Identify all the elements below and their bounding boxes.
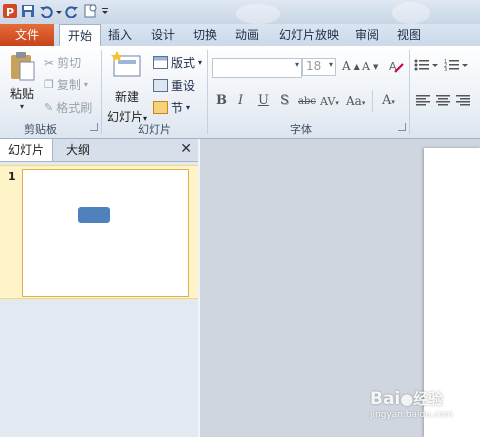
format-painter-label: 格式刷: [56, 101, 93, 115]
shadow-button[interactable]: S: [280, 93, 289, 108]
font-color-button[interactable]: A▾: [382, 93, 395, 108]
tab-transitions[interactable]: 切换: [188, 24, 222, 46]
align-left-icon[interactable]: [416, 94, 430, 109]
new-slide-label-1: 新建: [114, 90, 139, 104]
new-slide-button[interactable]: 新建 幻灯片▾: [106, 50, 148, 124]
clipboard-group-label: 剪贴板: [24, 123, 57, 136]
slide-thumbnail-row[interactable]: 1: [0, 165, 198, 299]
font-name-dropdown-icon: ▾: [294, 60, 299, 69]
tab-view[interactable]: 视图: [392, 24, 426, 46]
save-icon[interactable]: [20, 3, 36, 19]
format-painter-button[interactable]: ✎ 格式刷: [44, 99, 92, 116]
italic-button[interactable]: I: [238, 93, 243, 108]
tab-file[interactable]: 文件: [0, 24, 54, 46]
ribbon-tabs: 文件 开始 插入 设计 切换 动画 幻灯片放映 审阅 视图: [0, 24, 480, 48]
slide-number: 1: [8, 170, 16, 183]
close-icon[interactable]: ✕: [180, 141, 192, 157]
layout-label: 版式: [171, 56, 196, 70]
grow-font-button[interactable]: A ▲: [342, 59, 360, 73]
scissors-icon: ✂: [44, 55, 55, 70]
reset-button[interactable]: 重设: [153, 77, 195, 94]
ribbon: 粘贴 ▾ ✂ 剪切 ❐ 复制 ▾ ✎ 格式刷 剪贴板 新建 幻灯片▾ 版式 ▾ …: [0, 46, 480, 139]
layout-icon: [153, 56, 168, 69]
copy-dropdown-icon: ▾: [83, 80, 88, 89]
shrink-font-button[interactable]: A ▼: [362, 60, 378, 73]
strikethrough-button[interactable]: abc: [298, 96, 316, 107]
tab-animations[interactable]: 动画: [230, 24, 264, 46]
group-divider: [207, 50, 208, 134]
watermark-url: jingyan.baidu.com: [370, 410, 454, 420]
section-icon: [153, 101, 168, 114]
font-size-dropdown-icon: ▾: [328, 60, 333, 69]
tab-outline[interactable]: 大纲: [58, 139, 98, 161]
cut-button[interactable]: ✂ 剪切: [44, 54, 81, 71]
undo-icon[interactable]: [38, 3, 54, 19]
slides-pane: 幻灯片 大纲 ✕ 1: [0, 139, 199, 437]
font-size-combo[interactable]: 18 ▾: [302, 58, 336, 76]
align-center-icon[interactable]: [436, 94, 450, 109]
cut-label: 剪切: [57, 56, 82, 70]
divider: [372, 90, 373, 112]
change-case-button[interactable]: Aa▾: [346, 94, 365, 108]
title-bar: P: [0, 0, 480, 24]
watermark-brand: Bai: [370, 389, 401, 409]
copy-button[interactable]: ❐ 复制 ▾: [44, 76, 88, 93]
layout-button[interactable]: 版式 ▾: [153, 54, 202, 71]
tab-review[interactable]: 审阅: [350, 24, 384, 46]
customize-dropdown-icon[interactable]: [100, 3, 110, 19]
watermark: Bai●经验 jingyan.baidu.com: [370, 388, 453, 420]
rounded-rectangle-shape: [78, 207, 110, 223]
char-spacing-button[interactable]: AV▾: [320, 95, 339, 108]
powerpoint-icon[interactable]: P: [2, 3, 18, 19]
brush-icon: ✎: [44, 101, 54, 114]
align-right-icon[interactable]: [456, 94, 470, 109]
tab-slides[interactable]: 幻灯片: [0, 139, 54, 161]
paste-button[interactable]: 粘贴 ▾: [6, 50, 38, 116]
clear-format-icon[interactable]: A: [388, 58, 404, 74]
watermark-brand-tail: 经验: [413, 390, 444, 408]
group-divider: [409, 50, 410, 134]
tab-slideshow[interactable]: 幻灯片放映: [274, 24, 344, 46]
slide-thumbnail[interactable]: [22, 169, 189, 297]
new-slide-icon: [111, 51, 141, 77]
bullets-icon[interactable]: [414, 58, 438, 75]
clipboard-launcher-icon[interactable]: [90, 123, 98, 131]
underline-button[interactable]: U: [258, 93, 269, 108]
font-size-value: 18: [306, 59, 322, 73]
paste-label: 粘贴: [9, 87, 34, 101]
font-group-label: 字体: [290, 123, 312, 136]
slides-group-label: 幻灯片: [138, 123, 171, 136]
paste-icon: [11, 52, 35, 81]
group-divider: [101, 50, 102, 134]
section-label: 节: [171, 101, 184, 115]
copy-icon: ❐: [44, 78, 54, 91]
redo-icon[interactable]: [64, 3, 80, 19]
font-name-combo[interactable]: ▾: [212, 58, 302, 78]
reset-label: 重设: [171, 79, 196, 93]
bold-button[interactable]: B: [216, 93, 227, 108]
numbering-icon[interactable]: 123: [444, 58, 468, 75]
background-decoration: [392, 2, 430, 24]
svg-text:3: 3: [444, 67, 447, 72]
tab-home[interactable]: 开始: [59, 24, 101, 48]
copy-label: 复制: [56, 78, 81, 92]
dropdown-icon[interactable]: [56, 3, 62, 19]
section-dropdown-icon: ▾: [186, 103, 191, 112]
section-button[interactable]: 节 ▾: [153, 99, 190, 116]
paste-dropdown-icon: ▾: [19, 102, 24, 111]
layout-dropdown-icon: ▾: [198, 58, 203, 67]
quick-access-toolbar: P: [0, 0, 110, 22]
reset-icon: [153, 79, 168, 92]
new-slide-icon[interactable]: [82, 3, 98, 19]
svg-text:P: P: [6, 6, 14, 19]
paw-icon: ●: [400, 390, 414, 408]
font-launcher-icon[interactable]: [398, 123, 406, 131]
tab-insert[interactable]: 插入: [103, 24, 137, 46]
tab-design[interactable]: 设计: [146, 24, 180, 46]
slides-pane-tabs: 幻灯片 大纲 ✕: [0, 139, 198, 162]
background-decoration: [236, 4, 280, 24]
